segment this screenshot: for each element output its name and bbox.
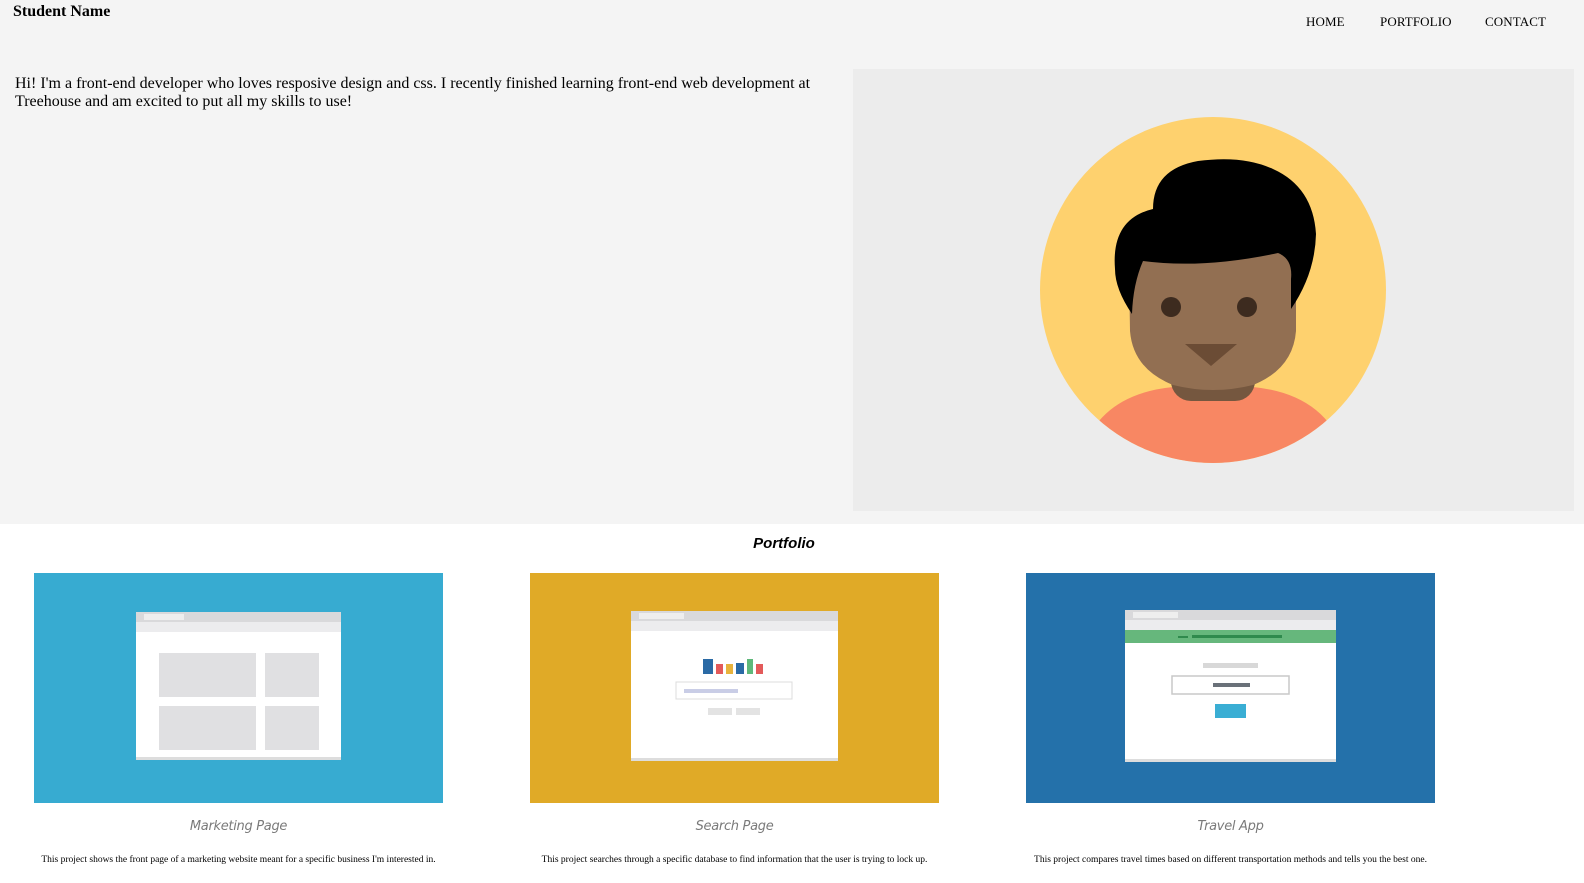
project-name: Marketing Page (189, 819, 288, 834)
hero-image (853, 69, 1574, 511)
portfolio-title: Portfolio (753, 535, 815, 552)
portfolio-card-marketing[interactable]: Marketing Page This project shows the fr… (34, 573, 443, 865)
travel-app-thumbnail[interactable] (1026, 573, 1435, 803)
avatar-right-eye (1237, 297, 1257, 317)
intro-text: Hi! I'm a front-end developer who loves … (15, 75, 811, 110)
avatar-illustration (1040, 117, 1386, 463)
main-nav: HOME PORTFOLIO CONTACT (0, 14, 1584, 34)
search-page-thumbnail[interactable] (530, 573, 939, 803)
nav-portfolio-link[interactable]: PORTFOLIO (1380, 14, 1452, 30)
intro-section: Student Name HOME PORTFOLIO CONTACT Hi! … (0, 0, 1584, 524)
marketing-page-thumbnail[interactable] (34, 573, 443, 803)
avatar-left-eye (1161, 297, 1181, 317)
portfolio-card-travel[interactable]: Travel App This project compares travel … (1026, 573, 1435, 865)
project-description: This project searches through a specific… (541, 855, 928, 865)
project-name: Travel App (1197, 819, 1264, 834)
project-description: This project shows the front page of a m… (41, 855, 436, 865)
project-description: This project compares travel times based… (1034, 855, 1427, 865)
project-name: Search Page (695, 819, 774, 834)
avatar-shirt (1083, 387, 1343, 463)
nav-home-link[interactable]: HOME (1306, 14, 1345, 30)
nav-contact-link[interactable]: CONTACT (1485, 14, 1546, 30)
portfolio-card-search[interactable]: Search Page This project searches throug… (530, 573, 939, 865)
